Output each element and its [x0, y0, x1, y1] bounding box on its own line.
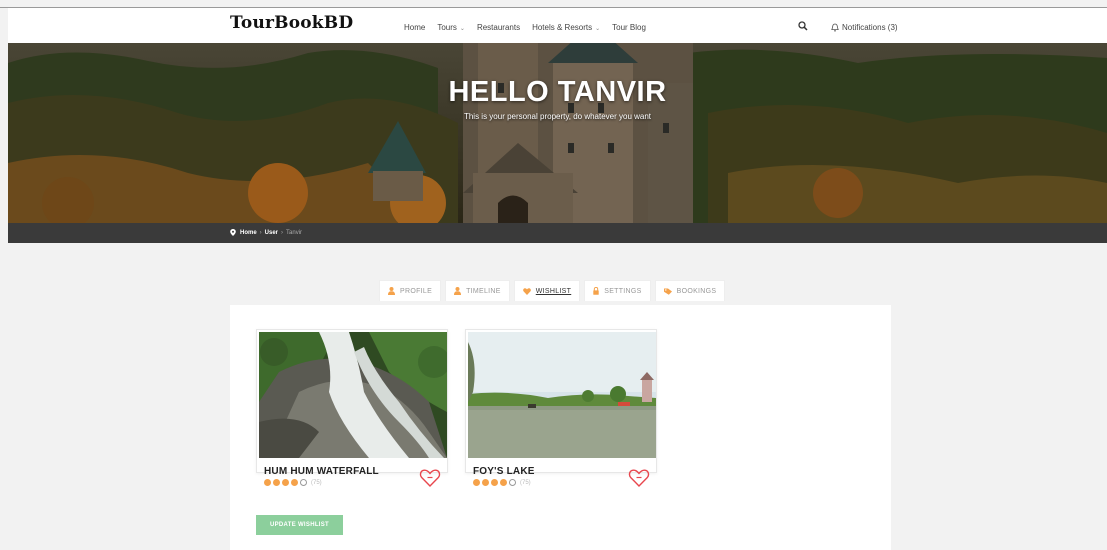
breadcrumb-separator: ›	[281, 229, 284, 236]
tab-profile-label: PROFILE	[400, 287, 433, 295]
review-count: (75)	[520, 479, 531, 486]
hero-background-image	[8, 43, 1107, 223]
bell-icon	[831, 23, 839, 32]
nav-blog-label: Tour Blog	[612, 23, 646, 32]
rating-dot-icon	[264, 479, 271, 486]
chevron-down-icon: ⌄	[459, 26, 465, 32]
tab-timeline-label: TIMELINE	[466, 287, 501, 295]
wishlist-heart-icon[interactable]	[628, 468, 650, 488]
notifications-label: Notifications (3)	[842, 23, 898, 32]
search-icon[interactable]	[798, 21, 808, 31]
site-header: TourBookBD Home Tours ⌄ Restaurants Hotel…	[8, 8, 1107, 43]
rating-dot-icon	[500, 479, 507, 486]
rating-dot-empty-icon	[509, 479, 516, 486]
wishlist-card[interactable]	[256, 329, 448, 473]
tab-timeline[interactable]: TIMELINE	[445, 280, 510, 301]
waterfall-photo	[259, 332, 447, 458]
breadcrumb-current: Tanvir	[286, 229, 303, 236]
hero-subtitle: This is your personal property, do whate…	[463, 112, 652, 121]
heart-icon	[522, 287, 531, 295]
wishlist-card[interactable]	[465, 329, 657, 473]
nav-tour-blog[interactable]: Tour Blog	[612, 23, 646, 32]
tab-settings[interactable]: SETTINGS	[584, 280, 651, 301]
tab-wishlist[interactable]: WISHLIST	[513, 280, 581, 301]
lake-photo	[468, 332, 656, 458]
card-title[interactable]: FOY'S LAKE	[473, 466, 535, 477]
nav-tours-label: Tours	[437, 23, 457, 32]
nav-hotels-resorts[interactable]: Hotels & Resorts ⌄	[532, 23, 600, 32]
card-title[interactable]: HUM HUM WATERFALL	[264, 466, 379, 477]
card-rating: (75)	[473, 479, 531, 486]
tab-wishlist-label: WISHLIST	[535, 287, 572, 295]
main-nav: Home Tours ⌄ Restaurants Hotels & Resorts…	[404, 23, 658, 32]
lock-icon	[593, 287, 599, 295]
breadcrumb-user[interactable]: User	[265, 230, 278, 236]
hero-title: HELLO TANVIR	[448, 76, 667, 108]
wishlist-heart-icon[interactable]	[419, 468, 441, 488]
tag-icon	[663, 288, 672, 295]
breadcrumb-bar: Home › User › Tanvir	[8, 223, 1107, 243]
breadcrumb-home[interactable]: Home	[240, 230, 257, 236]
nav-tours[interactable]: Tours ⌄	[437, 23, 465, 32]
location-pin-icon	[230, 229, 236, 236]
rating-dot-icon	[291, 479, 298, 486]
card-rating: (75)	[264, 479, 322, 486]
site-logo[interactable]: TourBookBD	[230, 13, 353, 33]
breadcrumb: Home › User › Tanvir	[230, 229, 302, 236]
notifications-link[interactable]: Notifications (3)	[831, 23, 898, 32]
update-wishlist-button[interactable]: UPDATE WISHLIST	[256, 515, 343, 535]
nav-restaurants[interactable]: Restaurants	[477, 23, 520, 32]
nav-restaurants-label: Restaurants	[476, 23, 521, 32]
nav-hotels-label: Hotels & Resorts	[532, 23, 593, 32]
tab-bookings[interactable]: BOOKINGS	[654, 280, 726, 301]
nav-home-label: Home	[404, 23, 426, 32]
tab-settings-label: SETTINGS	[604, 287, 642, 295]
user-icon	[454, 287, 462, 295]
rating-dot-icon	[273, 479, 280, 486]
breadcrumb-separator: ›	[259, 229, 262, 236]
user-icon	[388, 287, 395, 295]
rating-dot-icon	[473, 479, 480, 486]
wishlist-panel: HUM HUM WATERFALL (75) FOY'S LAKE (75) U…	[230, 305, 891, 550]
nav-home[interactable]: Home	[404, 23, 425, 32]
rating-dot-icon	[282, 479, 289, 486]
rating-dot-icon	[491, 479, 498, 486]
rating-dot-empty-icon	[300, 479, 307, 486]
rating-dot-icon	[482, 479, 489, 486]
chevron-down-icon: ⌄	[595, 26, 601, 32]
profile-tabs: PROFILE TIMELINE WISHLIST SETTINGS BOOKI…	[379, 280, 729, 301]
hero-banner: HELLO TANVIR This is your personal prope…	[8, 43, 1107, 223]
tab-profile[interactable]: PROFILE	[379, 280, 442, 301]
tab-bookings-label: BOOKINGS	[676, 287, 717, 295]
review-count: (75)	[311, 479, 322, 486]
